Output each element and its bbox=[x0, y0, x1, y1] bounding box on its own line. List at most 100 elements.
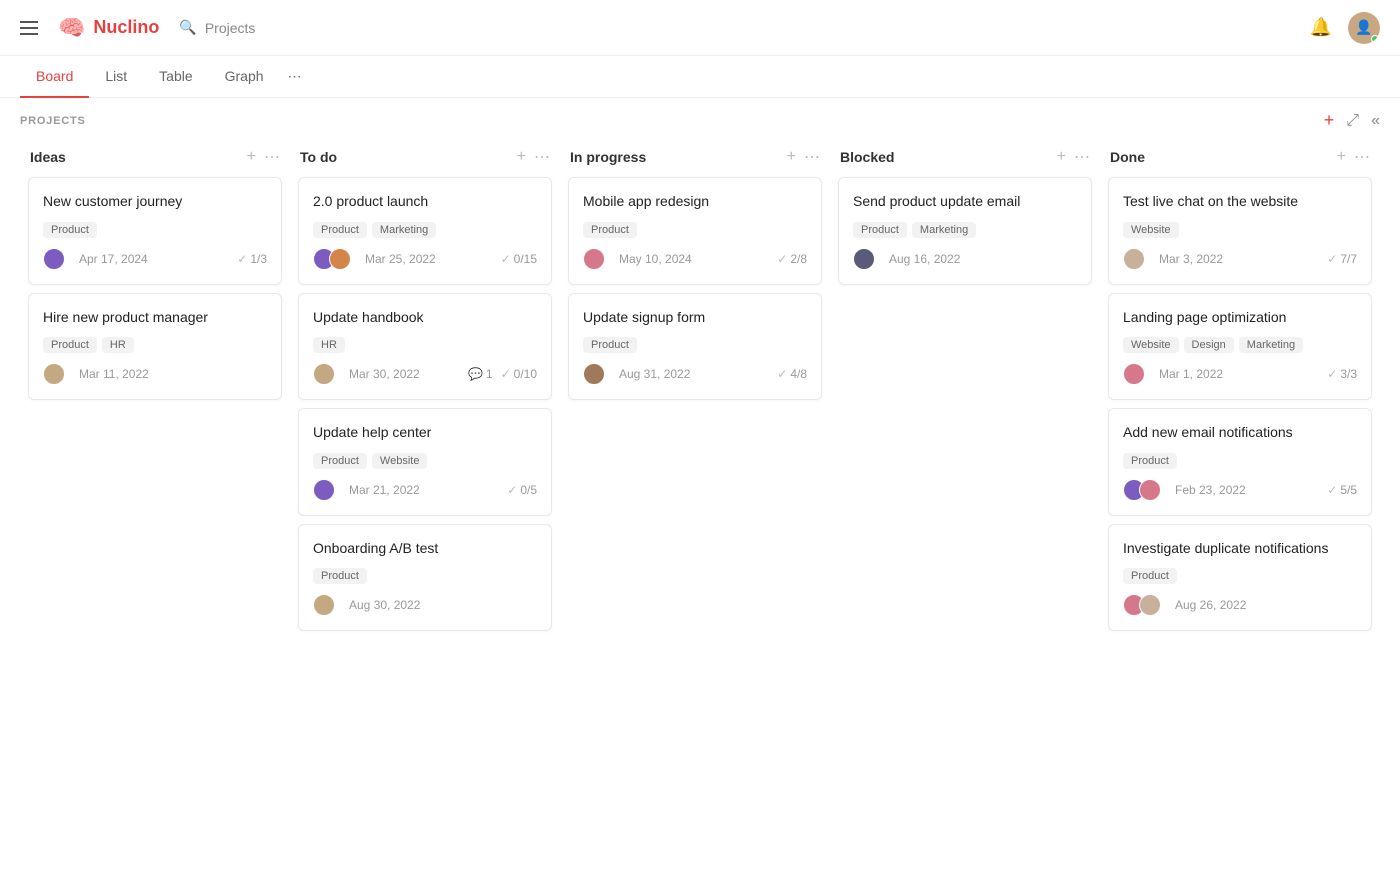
check-count: 2/8 bbox=[790, 252, 807, 266]
card-title: Update signup form bbox=[583, 308, 807, 328]
card-date: Mar 30, 2022 bbox=[349, 367, 420, 381]
card-meta: Aug 16, 2022 bbox=[853, 248, 960, 270]
card-footer: Aug 16, 2022 bbox=[853, 248, 1077, 270]
card-footer: Mar 30, 2022 💬 1 ✓ 0/10 bbox=[313, 363, 537, 385]
card-checks: ✓ 0/10 bbox=[501, 367, 537, 381]
tag: Product bbox=[1123, 453, 1177, 469]
tag: Product bbox=[313, 222, 367, 238]
add-project-button[interactable]: + bbox=[1324, 110, 1335, 131]
search-label: Projects bbox=[205, 20, 256, 36]
card-footer: May 10, 2024 ✓ 2/8 bbox=[583, 248, 807, 270]
card-date: Feb 23, 2022 bbox=[1175, 483, 1246, 497]
column-title-done: Done bbox=[1110, 149, 1145, 165]
more-ideas-button[interactable]: ⋯ bbox=[264, 147, 280, 167]
check-icon: ✓ bbox=[1327, 252, 1337, 266]
column-ideas: Ideas + ⋯ New customer journey Product A… bbox=[20, 139, 290, 647]
card-mobile-app-redesign[interactable]: Mobile app redesign Product May 10, 2024… bbox=[568, 177, 822, 285]
card-update-help-center[interactable]: Update help center Product Website Mar 2… bbox=[298, 408, 552, 516]
tab-more-button[interactable]: ⋯ bbox=[280, 56, 310, 97]
card-title: Landing page optimization bbox=[1123, 308, 1357, 328]
card-checks: ✓ 7/7 bbox=[1327, 252, 1357, 266]
more-blocked-button[interactable]: ⋯ bbox=[1074, 147, 1090, 167]
card-title: New customer journey bbox=[43, 192, 267, 212]
card-checks: ✓ 1/3 bbox=[237, 252, 267, 266]
card-meta: Feb 23, 2022 bbox=[1123, 479, 1246, 501]
card-avatars bbox=[1123, 479, 1161, 501]
column-blocked: Blocked + ⋯ Send product update email Pr… bbox=[830, 139, 1100, 647]
check-count: 0/5 bbox=[520, 483, 537, 497]
header-left: 🧠 Nuclino 🔍 Projects bbox=[20, 15, 255, 41]
add-card-todo-button[interactable]: + bbox=[517, 148, 526, 166]
avatar bbox=[329, 248, 351, 270]
avatar bbox=[313, 363, 335, 385]
view-tabs: Board List Table Graph ⋯ bbox=[0, 56, 1400, 98]
logo[interactable]: 🧠 Nuclino bbox=[58, 15, 159, 41]
column-header-inprogress: In progress + ⋯ bbox=[568, 147, 822, 167]
tab-graph[interactable]: Graph bbox=[209, 56, 280, 98]
menu-button[interactable] bbox=[20, 21, 38, 35]
card-hire-product-manager[interactable]: Hire new product manager Product HR Mar … bbox=[28, 293, 282, 401]
more-inprogress-button[interactable]: ⋯ bbox=[804, 147, 820, 167]
add-card-inprogress-button[interactable]: + bbox=[787, 148, 796, 166]
collapse-button[interactable]: « bbox=[1371, 112, 1380, 130]
card-avatars bbox=[313, 363, 335, 385]
header-right: 🔔 👤 bbox=[1310, 12, 1380, 44]
card-tags: Product Marketing bbox=[853, 222, 1077, 238]
card-send-product-update-email[interactable]: Send product update email Product Market… bbox=[838, 177, 1092, 285]
card-date: Aug 16, 2022 bbox=[889, 252, 960, 266]
projects-header: PROJECTS + ⤢ « bbox=[0, 98, 1400, 139]
card-add-email-notifications[interactable]: Add new email notifications Product Feb … bbox=[1108, 408, 1372, 516]
tag: Product bbox=[43, 222, 97, 238]
tab-table[interactable]: Table bbox=[143, 56, 208, 98]
card-date: May 10, 2024 bbox=[619, 252, 692, 266]
card-onboarding-ab-test[interactable]: Onboarding A/B test Product Aug 30, 2022 bbox=[298, 524, 552, 632]
add-card-blocked-button[interactable]: + bbox=[1057, 148, 1066, 166]
avatar bbox=[1123, 248, 1145, 270]
card-tags: Website Design Marketing bbox=[1123, 337, 1357, 353]
tag: Design bbox=[1184, 337, 1234, 353]
card-update-handbook[interactable]: Update handbook HR Mar 30, 2022 💬 1 bbox=[298, 293, 552, 401]
column-header-done: Done + ⋯ bbox=[1108, 147, 1372, 167]
user-avatar[interactable]: 👤 bbox=[1348, 12, 1380, 44]
tag: HR bbox=[102, 337, 134, 353]
card-avatars bbox=[313, 594, 335, 616]
comment-count: 1 bbox=[486, 367, 493, 381]
card-footer: Mar 21, 2022 ✓ 0/5 bbox=[313, 479, 537, 501]
card-meta: Mar 21, 2022 bbox=[313, 479, 420, 501]
card-checks: ✓ 3/3 bbox=[1327, 367, 1357, 381]
check-count: 0/10 bbox=[514, 367, 537, 381]
column-title-todo: To do bbox=[300, 149, 337, 165]
logo-text: Nuclino bbox=[93, 17, 159, 38]
card-new-customer-journey[interactable]: New customer journey Product Apr 17, 202… bbox=[28, 177, 282, 285]
column-inprogress: In progress + ⋯ Mobile app redesign Prod… bbox=[560, 139, 830, 647]
add-card-done-button[interactable]: + bbox=[1337, 148, 1346, 166]
column-title-ideas: Ideas bbox=[30, 149, 66, 165]
card-investigate-duplicate-notifications[interactable]: Investigate duplicate notifications Prod… bbox=[1108, 524, 1372, 632]
card-product-launch[interactable]: 2.0 product launch Product Marketing Mar… bbox=[298, 177, 552, 285]
more-todo-button[interactable]: ⋯ bbox=[534, 147, 550, 167]
check-icon: ✓ bbox=[507, 483, 517, 497]
more-done-button[interactable]: ⋯ bbox=[1354, 147, 1370, 167]
card-tags: Website bbox=[1123, 222, 1357, 238]
tag: Website bbox=[1123, 222, 1179, 238]
tag: Product bbox=[583, 222, 637, 238]
card-update-signup-form[interactable]: Update signup form Product Aug 31, 2022 … bbox=[568, 293, 822, 401]
tab-list[interactable]: List bbox=[89, 56, 143, 98]
expand-button[interactable]: ⤢ bbox=[1346, 112, 1359, 130]
tag: HR bbox=[313, 337, 345, 353]
card-title: Test live chat on the website bbox=[1123, 192, 1357, 212]
card-test-live-chat[interactable]: Test live chat on the website Website Ma… bbox=[1108, 177, 1372, 285]
card-date: Mar 3, 2022 bbox=[1159, 252, 1223, 266]
card-avatars bbox=[1123, 248, 1145, 270]
card-date: Mar 25, 2022 bbox=[365, 252, 436, 266]
card-meta: Aug 30, 2022 bbox=[313, 594, 420, 616]
search-area[interactable]: 🔍 Projects bbox=[179, 19, 255, 36]
card-avatars bbox=[853, 248, 875, 270]
check-icon: ✓ bbox=[501, 252, 511, 266]
add-card-ideas-button[interactable]: + bbox=[247, 148, 256, 166]
card-tags: Product Marketing bbox=[313, 222, 537, 238]
card-landing-page-optimization[interactable]: Landing page optimization Website Design… bbox=[1108, 293, 1372, 401]
notifications-button[interactable]: 🔔 bbox=[1310, 17, 1332, 38]
card-title: Onboarding A/B test bbox=[313, 539, 537, 559]
tab-board[interactable]: Board bbox=[20, 56, 89, 98]
